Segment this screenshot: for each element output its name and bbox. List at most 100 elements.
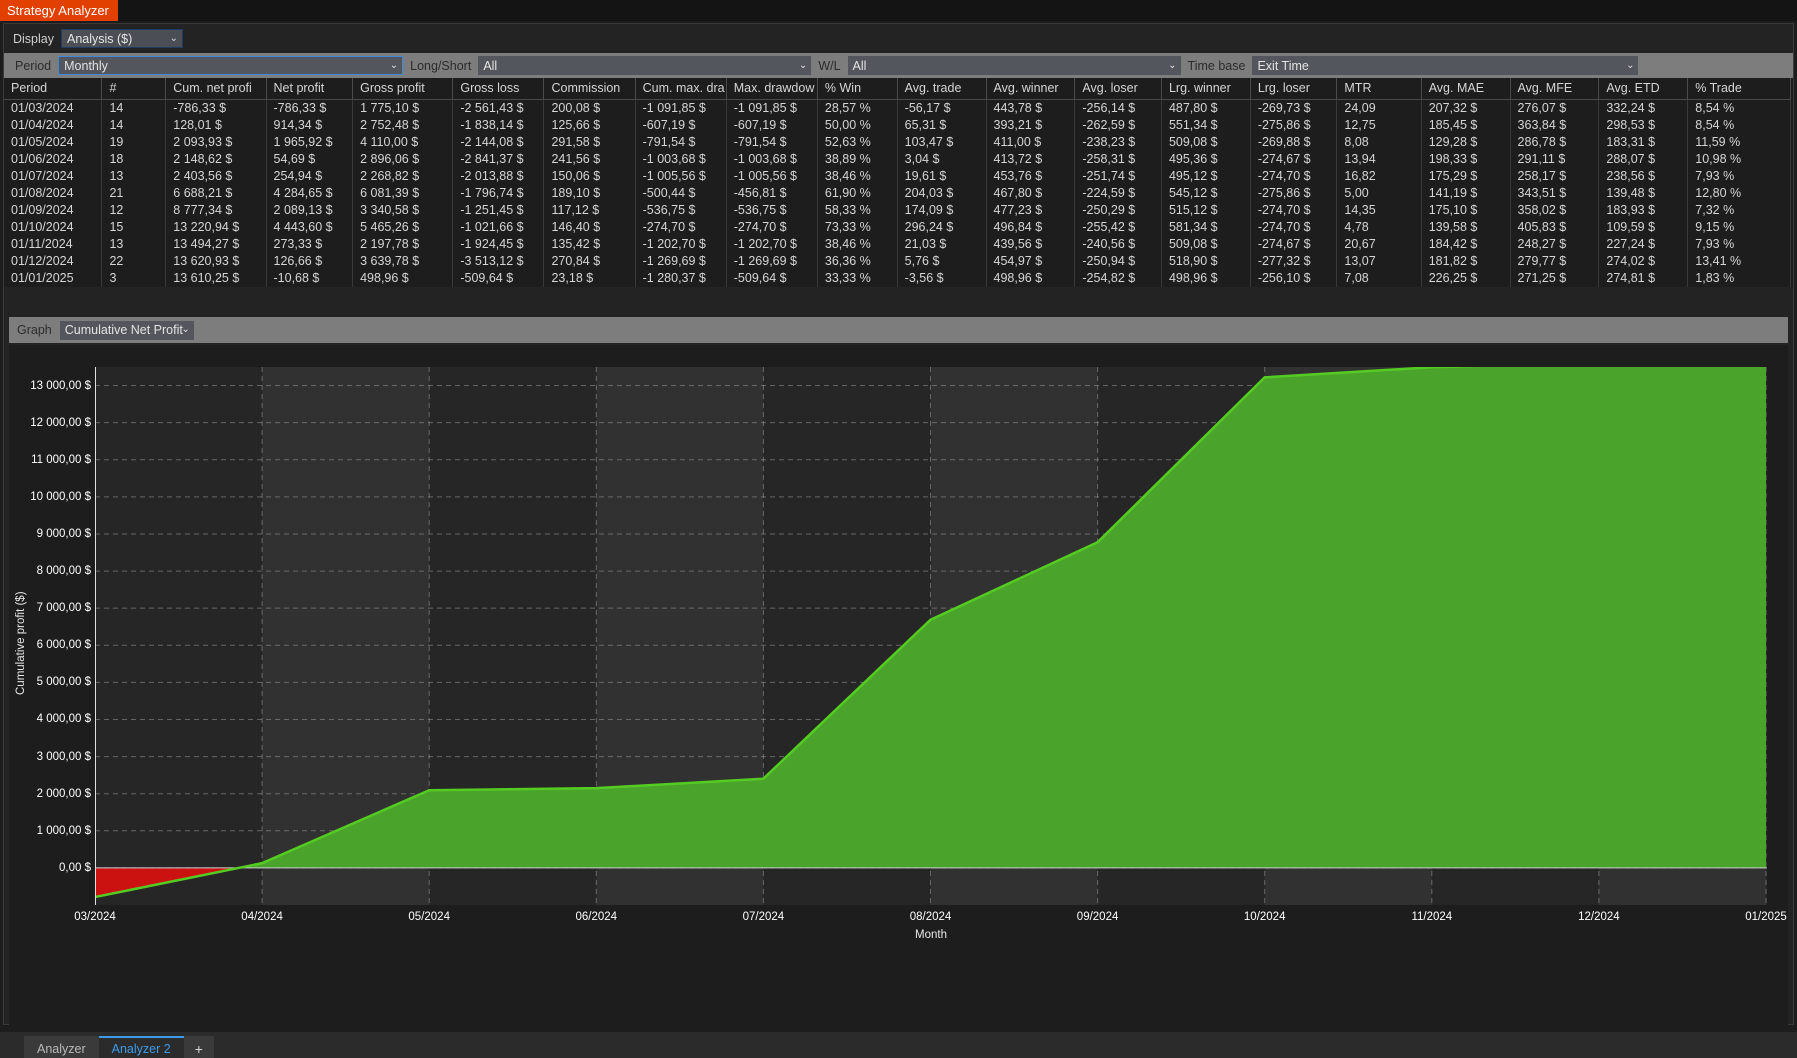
column-header-5[interactable]: Gross loss [452,78,545,100]
table-row[interactable]: 01/12/2024 22 13 620,93 $126,66 $3 639,78 … [4,252,1791,270]
table-cell: 128,01 $ [165,116,267,134]
tab-label: Analyzer [37,1042,86,1056]
y-tick-label: 2 000,00 $ [36,787,91,800]
column-header-15[interactable]: MTR [1336,78,1422,100]
table-cell: -1 091,85 $ [635,99,727,117]
wl-select[interactable]: All ⌄ [847,56,1181,75]
column-header-1[interactable]: # [101,78,167,100]
table-cell: 495,12 $ [1161,167,1251,185]
table-cell: -1 269,69 $ [635,252,727,270]
table-cell: 189,10 $ [543,184,636,202]
column-header-4[interactable]: Gross profit [352,78,454,100]
table-cell: 298,53 $ [1598,116,1689,134]
chart-plot-area[interactable] [94,361,1767,905]
table-cell: 914,34 $ [266,116,354,134]
column-header-7[interactable]: Cum. max. dra [635,78,727,100]
column-header-13[interactable]: Lrg. winner [1161,78,1251,100]
x-tick-label: 08/2024 [909,911,952,923]
x-tick-label: 06/2024 [575,911,618,923]
table-cell: 498,96 $ [986,269,1076,287]
table-cell: 8,54 % [1687,116,1791,134]
table-row[interactable]: 01/04/2024 14 128,01 $914,34 $2 752,48 $ -1… [4,116,1791,134]
column-header-11[interactable]: Avg. winner [986,78,1076,100]
table-cell: 01/12/2024 [4,252,103,270]
tab-analyzer-2[interactable]: Analyzer 2 [98,1036,184,1058]
table-cell: 20,67 [1336,235,1422,253]
column-header-3[interactable]: Net profit [266,78,354,100]
table-row[interactable]: 01/11/2024 13 13 494,27 $273,33 $2 197,78 … [4,235,1791,253]
column-header-10[interactable]: Avg. trade [897,78,987,100]
wl-label: W/L [818,58,841,73]
column-header-18[interactable]: Avg. ETD [1598,78,1689,100]
table-cell: 2 268,82 $ [352,167,454,185]
table-cell: 01/01/2025 [4,269,103,287]
table-cell: 24,09 [1336,99,1422,117]
column-header-2[interactable]: Cum. net profi [165,78,267,100]
column-header-16[interactable]: Avg. MAE [1421,78,1511,100]
y-tick-label: 5 000,00 $ [36,676,91,689]
table-row[interactable]: 01/01/2025 3 13 610,25 $ -10,68 $498,96 $ -5… [4,269,1791,287]
table-cell: 515,12 $ [1161,201,1251,219]
table-cell: 21 [101,184,167,202]
table-cell: 12,75 [1336,116,1422,134]
chevron-down-icon: ⌄ [798,59,808,71]
table-cell: 291,11 $ [1510,150,1600,168]
table-cell: -1 005,56 $ [635,167,727,185]
table-cell: -275,86 $ [1250,116,1338,134]
column-header-12[interactable]: Avg. loser [1074,78,1162,100]
table-cell: 487,80 $ [1161,99,1251,117]
table-cell: 204,03 $ [897,184,987,202]
timebase-label: Time base [1187,58,1246,73]
longshort-label: Long/Short [410,58,472,73]
table-row[interactable]: 01/10/2024 15 13 220,94 $4 443,60 $5 465,2… [4,218,1791,236]
table-row[interactable]: 01/06/2024 18 2 148,62 $54,69 $2 896,06 $ -… [4,150,1791,168]
table-row[interactable]: 01/05/2024 19 2 093,93 $1 965,92 $4 110,00… [4,133,1791,151]
longshort-select[interactable]: All ⌄ [478,56,812,75]
add-tab-button[interactable]: + [183,1036,214,1058]
x-axis-title: Month [915,929,947,941]
column-header-6[interactable]: Commission [543,78,636,100]
display-select[interactable]: Analysis ($) ⌄ [61,29,183,48]
table-cell: 183,31 $ [1598,133,1689,151]
graph-type-select[interactable]: Cumulative Net Profit ⌄ [59,320,194,340]
table-cell: 01/08/2024 [4,184,103,202]
table-cell: 4 443,60 $ [266,218,354,236]
column-header-14[interactable]: Lrg. loser [1250,78,1338,100]
table-cell: -1 003,68 $ [635,150,727,168]
workspace-tabstrip: Analyzer Analyzer 2 + [0,1032,1797,1058]
timebase-select[interactable]: Exit Time ⌄ [1252,56,1639,75]
table-cell: 185,45 $ [1421,116,1511,134]
column-header-19[interactable]: % Trade [1687,78,1791,100]
table-cell: -274,67 $ [1250,235,1338,253]
table-cell: -3 513,12 $ [452,252,545,270]
table-row[interactable]: 01/09/2024 12 8 777,34 $2 089,13 $3 340,58… [4,201,1791,219]
table-cell: -791,54 $ [726,133,818,151]
period-select[interactable]: Monthly ⌄ [58,56,404,75]
table-cell: -262,59 $ [1074,116,1162,134]
table-cell: 226,25 $ [1421,269,1511,287]
table-cell: 13 220,94 $ [165,218,267,236]
table-cell: 7,93 % [1687,167,1791,185]
longshort-select-value: All [483,58,498,73]
period-label: Period [15,58,52,73]
table-cell: 286,78 $ [1510,133,1600,151]
table-cell: 271,25 $ [1510,269,1600,287]
table-cell: 109,59 $ [1598,218,1689,236]
column-header-9[interactable]: % Win [817,78,898,100]
graph-label: Graph [17,323,52,337]
table-cell: 3 [101,269,167,287]
cumulative-profit-chart: Cumulative profit ($) 13 000,00 $12 000,… [9,345,1788,1027]
table-cell: 274,02 $ [1598,252,1689,270]
table-cell: 498,96 $ [1161,269,1251,287]
table-cell: -255,42 $ [1074,218,1162,236]
table-row[interactable]: 01/03/2024 14 -786,33 $ -786,33 $1 775,10 $… [4,99,1791,117]
table-cell: 15 [101,218,167,236]
column-header-0[interactable]: Period [4,78,103,100]
column-header-17[interactable]: Avg. MFE [1510,78,1600,100]
tab-analyzer[interactable]: Analyzer [24,1036,99,1058]
table-row[interactable]: 01/08/2024 21 6 688,21 $4 284,65 $6 081,39… [4,184,1791,202]
window-title[interactable]: Strategy Analyzer [0,0,118,21]
column-header-8[interactable]: Max. drawdow [726,78,818,100]
table-cell: 363,84 $ [1510,116,1600,134]
table-row[interactable]: 01/07/2024 13 2 403,56 $254,94 $2 268,82 $… [4,167,1791,185]
